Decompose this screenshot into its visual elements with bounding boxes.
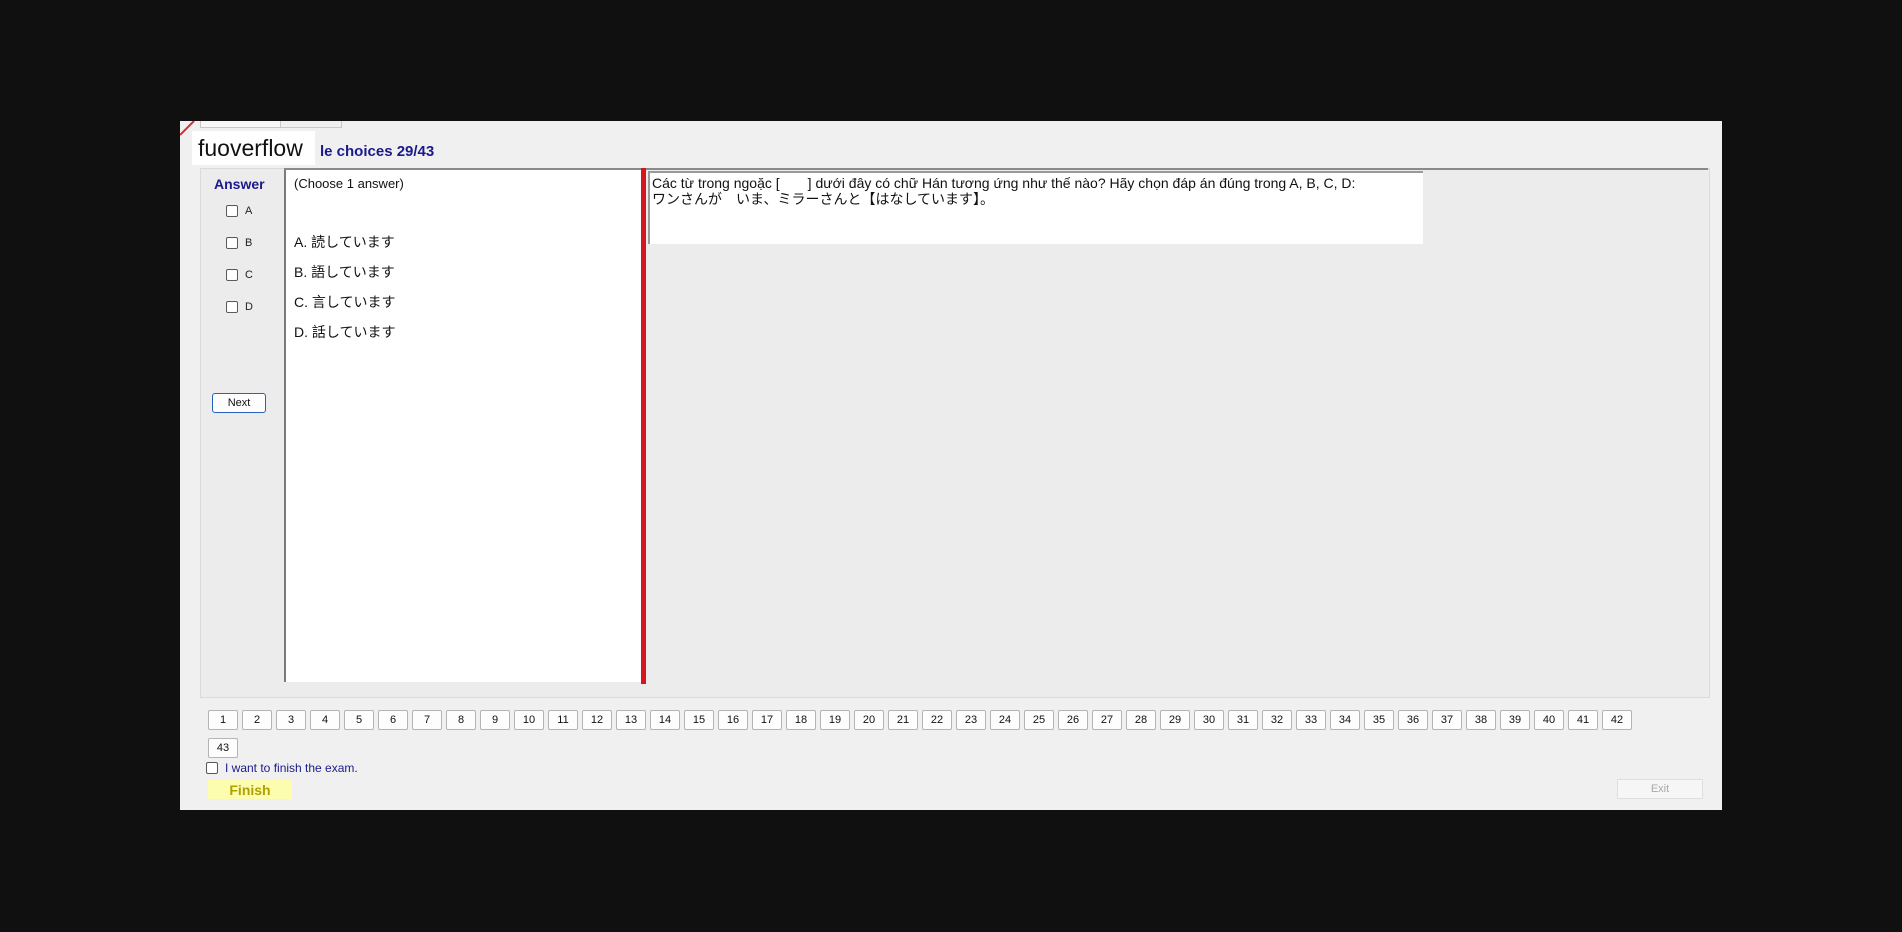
answer-a-checkbox[interactable] [226, 205, 238, 217]
question-line-2: ワンさんが いま、ミラーさんと【はなしています】。 [652, 191, 995, 207]
page-button[interactable]: 38 [1466, 710, 1496, 730]
exam-window: fuoverflow le choices 29/43 Answer A B C… [180, 121, 1722, 810]
page-button[interactable]: 15 [684, 710, 714, 730]
next-button[interactable]: Next [212, 393, 266, 413]
page-button[interactable]: 6 [378, 710, 408, 730]
choices-box: (Choose 1 answer) A. 読しています B. 語しています C.… [284, 170, 642, 682]
page-button[interactable]: 9 [480, 710, 510, 730]
page-button[interactable]: 34 [1330, 710, 1360, 730]
page-button[interactable]: 31 [1228, 710, 1258, 730]
page-button[interactable]: 11 [548, 710, 578, 730]
choose-instruction: (Choose 1 answer) [294, 176, 404, 191]
page-button[interactable]: 19 [820, 710, 850, 730]
page-button[interactable]: 30 [1194, 710, 1224, 730]
page-button[interactable]: 37 [1432, 710, 1462, 730]
exit-button[interactable]: Exit [1617, 779, 1703, 799]
choice-a: A. 読しています [294, 234, 395, 250]
page-button[interactable]: 26 [1058, 710, 1088, 730]
page-button[interactable]: 13 [616, 710, 646, 730]
answer-option-b[interactable]: B [226, 235, 252, 251]
page-button[interactable]: 22 [922, 710, 952, 730]
finish-confirm-row[interactable]: I want to finish the exam. [206, 761, 358, 775]
page-button[interactable]: 23 [956, 710, 986, 730]
answer-a-label: A [245, 205, 253, 217]
page-button[interactable]: 33 [1296, 710, 1326, 730]
page-button[interactable]: 5 [344, 710, 374, 730]
choice-b: B. 語しています [294, 264, 395, 280]
page-button[interactable]: 36 [1398, 710, 1428, 730]
question-box: Các từ trong ngoặc [] dưới đây có chữ Há… [648, 171, 1423, 244]
answer-b-label: B [245, 237, 253, 249]
page-button[interactable]: 16 [718, 710, 748, 730]
answer-option-c[interactable]: C [226, 267, 253, 283]
answer-d-label: D [245, 301, 253, 313]
choice-d: D. 話しています [294, 324, 396, 340]
page-button[interactable]: 12 [582, 710, 612, 730]
answer-title: Answer [214, 176, 265, 192]
page-button[interactable]: 7 [412, 710, 442, 730]
page-button[interactable]: 29 [1160, 710, 1190, 730]
page-button[interactable]: 10 [514, 710, 544, 730]
finish-confirm-checkbox[interactable] [206, 762, 218, 774]
page-button[interactable]: 17 [752, 710, 782, 730]
top-tab-left[interactable] [200, 121, 282, 128]
section-title: le choices 29/43 [320, 143, 435, 160]
answer-d-checkbox[interactable] [226, 301, 238, 313]
answer-option-a[interactable]: A [226, 203, 252, 219]
page-button[interactable]: 3 [276, 710, 306, 730]
choice-c: C. 言しています [294, 294, 396, 310]
page-button[interactable]: 20 [854, 710, 884, 730]
brand-watermark: fuoverflow [192, 131, 315, 165]
page-button[interactable]: 43 [208, 738, 238, 758]
answer-c-label: C [245, 269, 253, 281]
answer-option-d[interactable]: D [226, 299, 253, 315]
page-button[interactable]: 24 [990, 710, 1020, 730]
page-button[interactable]: 2 [242, 710, 272, 730]
page-button[interactable]: 25 [1024, 710, 1054, 730]
page-button[interactable]: 32 [1262, 710, 1292, 730]
page-button[interactable]: 8 [446, 710, 476, 730]
page-button[interactable]: 35 [1364, 710, 1394, 730]
answer-c-checkbox[interactable] [226, 269, 238, 281]
page-button[interactable]: 21 [888, 710, 918, 730]
page-button[interactable]: 1 [208, 710, 238, 730]
finish-confirm-label: I want to finish the exam. [225, 761, 358, 775]
page-button[interactable]: 4 [310, 710, 340, 730]
page-button[interactable]: 39 [1500, 710, 1530, 730]
page-button[interactable]: 42 [1602, 710, 1632, 730]
page-button[interactable]: 14 [650, 710, 680, 730]
page-button[interactable]: 28 [1126, 710, 1156, 730]
page-button[interactable]: 40 [1534, 710, 1564, 730]
top-tab-right[interactable] [280, 121, 342, 128]
page-button[interactable]: 27 [1092, 710, 1122, 730]
panel-splitter[interactable] [641, 168, 646, 684]
finish-button[interactable]: Finish [208, 780, 292, 799]
answer-b-checkbox[interactable] [226, 237, 238, 249]
page-button[interactable]: 18 [786, 710, 816, 730]
page-button[interactable]: 41 [1568, 710, 1598, 730]
